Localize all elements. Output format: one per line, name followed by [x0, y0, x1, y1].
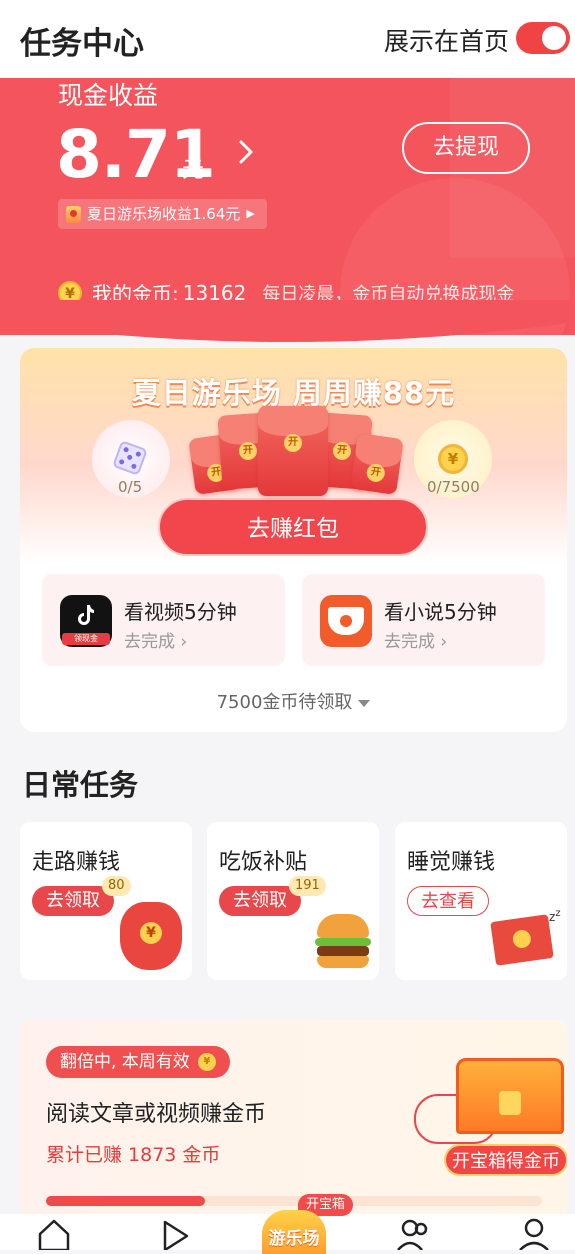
bottom-nav: 开宝箱 游乐场: [0, 1194, 575, 1254]
summer-income-pill[interactable]: 夏日游乐场收益1.64元 ▶: [58, 199, 267, 229]
page-title: 任务中心: [20, 26, 144, 62]
watch-video-task[interactable]: 领现金 看视频5分钟 去完成 ›: [42, 574, 285, 666]
view-button[interactable]: 去查看: [407, 886, 489, 916]
coin-icon: ¥: [438, 444, 468, 474]
coin-badge: 80: [102, 876, 131, 896]
task-action: 去完成 ›: [124, 632, 188, 652]
novel-app-icon: [320, 595, 372, 647]
coin-count: 0/7500: [427, 478, 480, 496]
friends-icon[interactable]: [394, 1214, 434, 1251]
lock-icon: [499, 1091, 521, 1115]
red-envelope-icon: 开: [258, 406, 328, 496]
burger-icon: [315, 914, 371, 968]
sleep-earn-card[interactable]: 睡觉赚钱 去查看 zz: [395, 822, 567, 980]
pending-coins-text: 7500金币待领取: [216, 692, 353, 713]
open-chest-button[interactable]: 开宝箱得金币: [444, 1144, 567, 1176]
summer-park-card: 夏日游乐场 周周赚88元 0/5 ¥ 0/7500 开 开 开 开 开 去赚红包…: [20, 348, 567, 732]
card-title: 走路赚钱: [32, 850, 121, 875]
cash-unit: 元: [182, 158, 205, 183]
withdraw-button[interactable]: 去提现: [402, 122, 530, 174]
sleep-zzz-icon: zz: [549, 908, 561, 924]
card-title: 吃饭补贴: [219, 850, 308, 875]
play-icon[interactable]: [155, 1214, 195, 1252]
task-title: 看视频5分钟: [124, 600, 237, 624]
red-envelope-icon: [66, 205, 81, 223]
treasure-chest-icon[interactable]: [456, 1058, 564, 1134]
red-envelope-icon: 开: [350, 433, 404, 495]
red-envelope-icon: [490, 914, 554, 966]
profile-icon[interactable]: [514, 1214, 554, 1251]
tiktok-icon: 领现金: [60, 595, 112, 647]
meal-subsidy-card[interactable]: 吃饭补贴 去领取 191: [207, 822, 379, 980]
task-action: 去完成 ›: [384, 632, 448, 652]
earnings-banner: 现金收益 8.71 元 去提现 夏日游乐场收益1.64元 ▶ ¥ 我的金币: 1…: [0, 78, 575, 335]
amusement-park-label: 游乐场: [268, 1229, 320, 1249]
toggle-knob: [542, 26, 566, 50]
cash-income-label: 现金收益: [58, 81, 159, 110]
dice-icon: [112, 440, 148, 476]
earn-red-envelope-button[interactable]: 去赚红包: [158, 498, 428, 556]
reading-task-title: 阅读文章或视频赚金币: [46, 1102, 267, 1127]
summer-income-text: 夏日游乐场收益1.64元: [87, 205, 241, 223]
chevron-right-icon[interactable]: [232, 138, 260, 166]
play-arrow-icon: ▶: [246, 207, 255, 220]
caret-down-icon: [358, 699, 371, 707]
tiktok-tag: 领现金: [62, 633, 110, 645]
double-reward-text: 翻倍中, 本周有效: [60, 1052, 190, 1072]
walk-earn-card[interactable]: 走路赚钱 去领取 80: [20, 822, 192, 980]
claim-button[interactable]: 去领取: [219, 886, 301, 916]
show-on-home-label: 展示在首页: [384, 27, 510, 56]
pending-coins[interactable]: 7500金币待领取: [20, 688, 567, 714]
reading-total-earned: 累计已赚 1873 金币: [46, 1144, 221, 1166]
amusement-park-icon[interactable]: 开宝箱 游乐场: [258, 1194, 354, 1254]
dice-count: 0/5: [118, 478, 143, 496]
coin-badge: 191: [289, 876, 326, 896]
claim-button[interactable]: 去领取: [32, 886, 114, 916]
reading-progress-fill: [46, 1196, 205, 1206]
coin-icon: ¥: [197, 1053, 216, 1071]
card-title: 睡觉赚钱: [407, 850, 496, 875]
daily-tasks-heading: 日常任务: [22, 768, 139, 802]
task-title: 看小说5分钟: [384, 600, 497, 624]
money-bag-icon: [120, 902, 182, 970]
top-bar: 任务中心 展示在首页: [0, 0, 575, 78]
read-novel-task[interactable]: 看小说5分钟 去完成 ›: [302, 574, 545, 666]
home-icon[interactable]: [34, 1214, 74, 1252]
double-reward-badge: 翻倍中, 本周有效 ¥: [46, 1046, 230, 1078]
show-on-home-toggle[interactable]: [516, 22, 570, 54]
